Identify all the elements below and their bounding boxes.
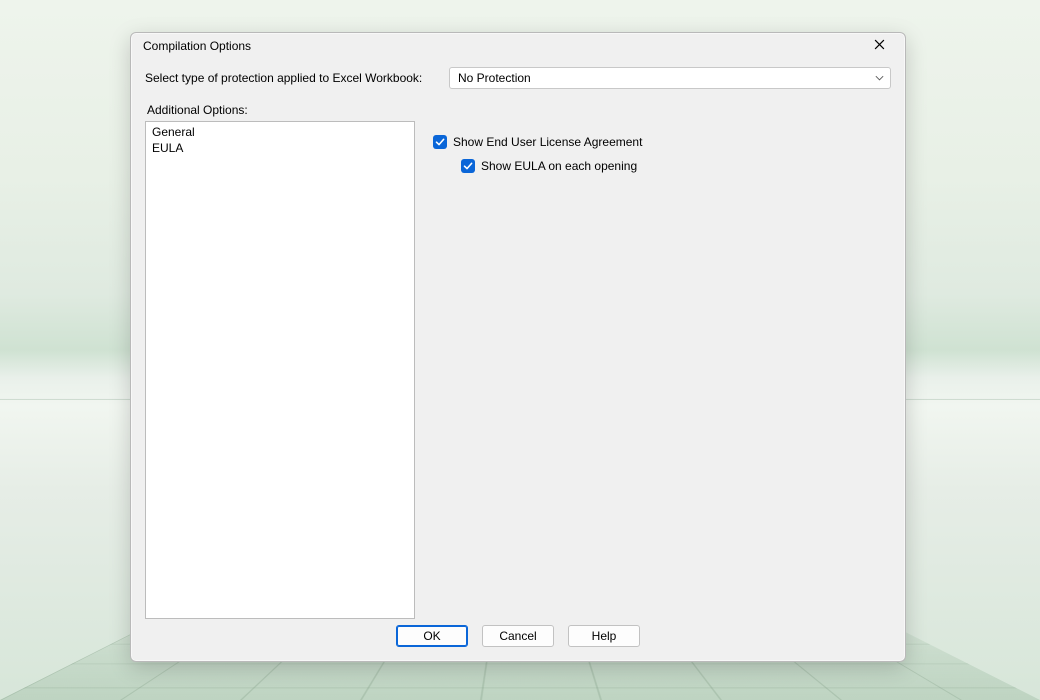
desktop-background: Compilation Options Select type of prote…	[0, 0, 1040, 700]
list-item[interactable]: EULA	[146, 140, 414, 156]
show-eula-each-label: Show EULA on each opening	[481, 159, 637, 173]
help-button-label: Help	[592, 629, 617, 643]
additional-options-label: Additional Options:	[147, 103, 891, 117]
cancel-button-label: Cancel	[499, 629, 536, 643]
options-detail-pane: Show End User License Agreement Show EUL…	[433, 121, 891, 619]
options-listbox[interactable]: General EULA	[145, 121, 415, 619]
list-item[interactable]: General	[146, 124, 414, 140]
help-button[interactable]: Help	[568, 625, 640, 647]
show-eula-each-checkbox[interactable]	[461, 159, 475, 173]
check-icon	[435, 137, 445, 147]
show-eula-row: Show End User License Agreement	[433, 135, 891, 149]
check-icon	[463, 161, 473, 171]
content-row: General EULA Show End User License Agree…	[145, 121, 891, 619]
show-eula-each-row: Show EULA on each opening	[461, 159, 891, 173]
ok-button[interactable]: OK	[396, 625, 468, 647]
ok-button-label: OK	[423, 629, 440, 643]
protection-select-value: No Protection	[449, 67, 891, 89]
protection-select[interactable]: No Protection	[449, 67, 891, 89]
cancel-button[interactable]: Cancel	[482, 625, 554, 647]
close-icon	[874, 39, 885, 53]
dialog-footer: OK Cancel Help	[145, 619, 891, 659]
close-button[interactable]	[861, 33, 897, 59]
protection-label: Select type of protection applied to Exc…	[145, 71, 431, 85]
protection-row: Select type of protection applied to Exc…	[145, 67, 891, 89]
compilation-options-dialog: Compilation Options Select type of prote…	[130, 32, 906, 662]
show-eula-label: Show End User License Agreement	[453, 135, 642, 149]
dialog-title: Compilation Options	[143, 39, 251, 53]
dialog-body: Select type of protection applied to Exc…	[131, 59, 905, 669]
show-eula-checkbox[interactable]	[433, 135, 447, 149]
titlebar: Compilation Options	[131, 33, 905, 59]
